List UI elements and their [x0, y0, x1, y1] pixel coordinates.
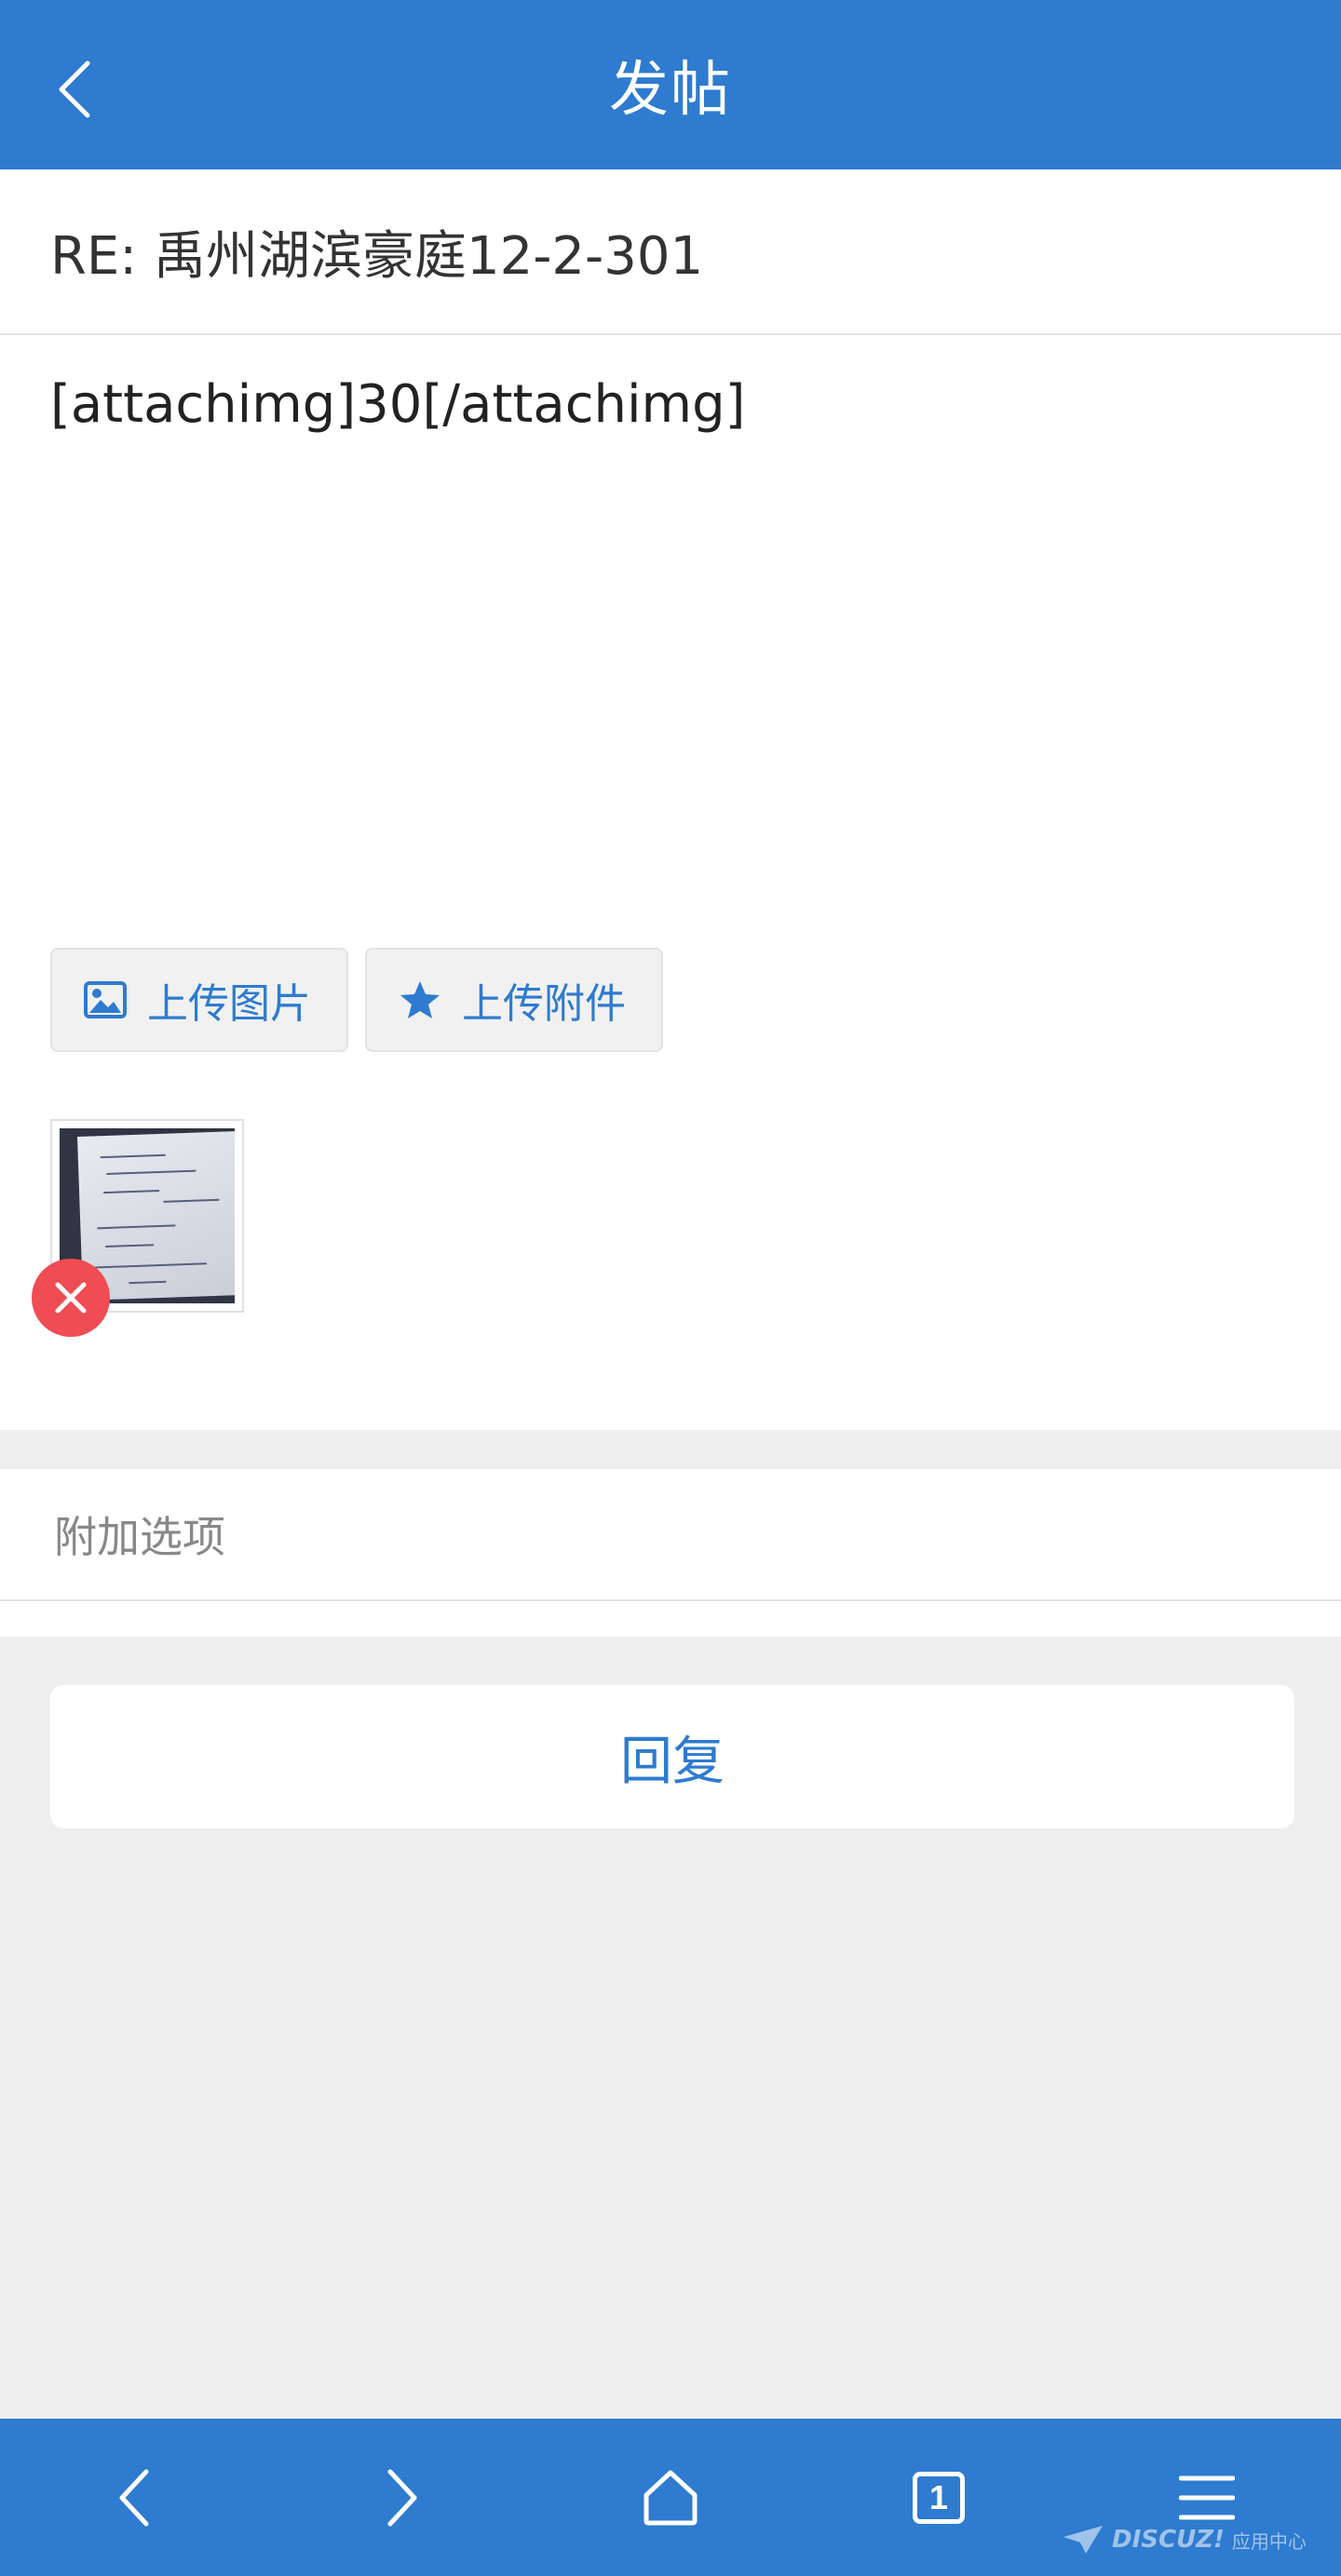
message-textarea[interactable]: [attachimg]30[/attachimg]: [50, 374, 1289, 896]
options-panel: [0, 1601, 1341, 1637]
chevron-right-icon: [387, 2469, 417, 2526]
image-icon: [84, 981, 127, 1018]
browser-tabs-button[interactable]: 1: [883, 2419, 995, 2576]
compose-form: RE: 禹州湖滨豪庭12-2-301 [attachimg]30[/attach…: [0, 169, 1341, 1430]
top-bar: 发帖: [0, 0, 1341, 169]
home-icon: [643, 2470, 698, 2525]
upload-image-button[interactable]: 上传图片: [50, 948, 348, 1052]
watermark: DISCUZ! 应用中心: [1062, 2512, 1341, 2568]
upload-image-label: 上传图片: [147, 980, 311, 1028]
tab-count-badge: 1: [913, 2471, 965, 2524]
watermark-brand: DISCUZ!: [1112, 2526, 1225, 2554]
delete-attachment-button[interactable]: [32, 1259, 110, 1337]
chevron-left-icon: [119, 2469, 149, 2526]
extra-options-toggle[interactable]: 附加选项: [0, 1469, 1341, 1601]
subject-field[interactable]: RE: 禹州湖滨豪庭12-2-301: [0, 169, 1341, 335]
watermark-sub: 应用中心: [1231, 2529, 1307, 2553]
star-icon: [400, 981, 440, 1018]
upload-attachment-button[interactable]: 上传附件: [365, 948, 663, 1052]
browser-home-button[interactable]: [615, 2419, 726, 2576]
page-title: 发帖: [609, 56, 732, 125]
page: 发帖 RE: 禹州湖滨豪庭12-2-301 [attachimg]30[/att…: [0, 0, 1341, 2576]
browser-forward-button[interactable]: [346, 2419, 458, 2576]
upload-attachment-label: 上传附件: [462, 980, 626, 1028]
browser-back-button[interactable]: [78, 2419, 190, 2576]
close-icon: [55, 1282, 87, 1314]
reply-button[interactable]: 回复: [50, 1685, 1294, 1828]
paper-plane-icon: [1063, 2526, 1103, 2554]
